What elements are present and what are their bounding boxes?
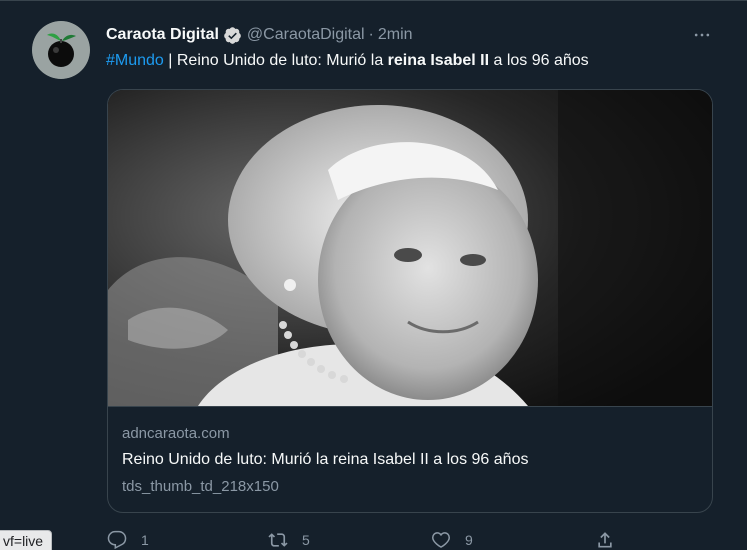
verified-badge-icon — [223, 26, 242, 45]
author-handle[interactable]: @CaraotaDigital — [247, 26, 365, 44]
reply-count: 1 — [141, 532, 149, 548]
link-card[interactable]: adncaraota.com Reino Unido de luto: Muri… — [107, 89, 713, 513]
tweet-timestamp[interactable]: 2min — [378, 26, 413, 44]
top-divider — [0, 0, 747, 1]
more-options-icon[interactable] — [690, 24, 714, 46]
share-button[interactable] — [595, 528, 615, 550]
card-image[interactable] — [108, 90, 712, 406]
author-avatar[interactable] — [32, 21, 90, 79]
tweet-text-part2: a los 96 años — [489, 52, 589, 69]
card-domain: adncaraota.com — [122, 425, 230, 442]
tweet-text-bold: reina Isabel II — [387, 52, 490, 69]
tweet-text-part1: | Reino Unido de luto: Murió la — [163, 52, 388, 69]
card-divider — [108, 406, 712, 407]
like-button[interactable]: 9 — [431, 528, 473, 550]
tweet-actions: 1 5 9 — [100, 528, 720, 550]
like-count: 9 — [465, 532, 473, 548]
reply-icon — [107, 530, 127, 550]
header-separator: · — [368, 26, 374, 43]
retweet-count: 5 — [302, 532, 310, 548]
card-title: Reino Unido de luto: Murió la reina Isab… — [122, 451, 529, 468]
tweet-header: Caraota Digital @CaraotaDigital · 2min — [106, 24, 413, 46]
card-description: tds_thumb_td_218x150 — [122, 478, 279, 495]
share-icon — [595, 530, 615, 550]
author-name[interactable]: Caraota Digital — [106, 26, 219, 44]
browser-status-bar: vf=live — [0, 530, 53, 550]
reply-button[interactable]: 1 — [107, 528, 149, 550]
heart-icon — [431, 530, 451, 550]
hashtag-link[interactable]: #Mundo — [106, 52, 164, 69]
tweet-text: #Mundo | Reino Unido de luto: Murió la r… — [106, 50, 716, 72]
retweet-button[interactable]: 5 — [268, 528, 310, 550]
retweet-icon — [268, 530, 288, 550]
